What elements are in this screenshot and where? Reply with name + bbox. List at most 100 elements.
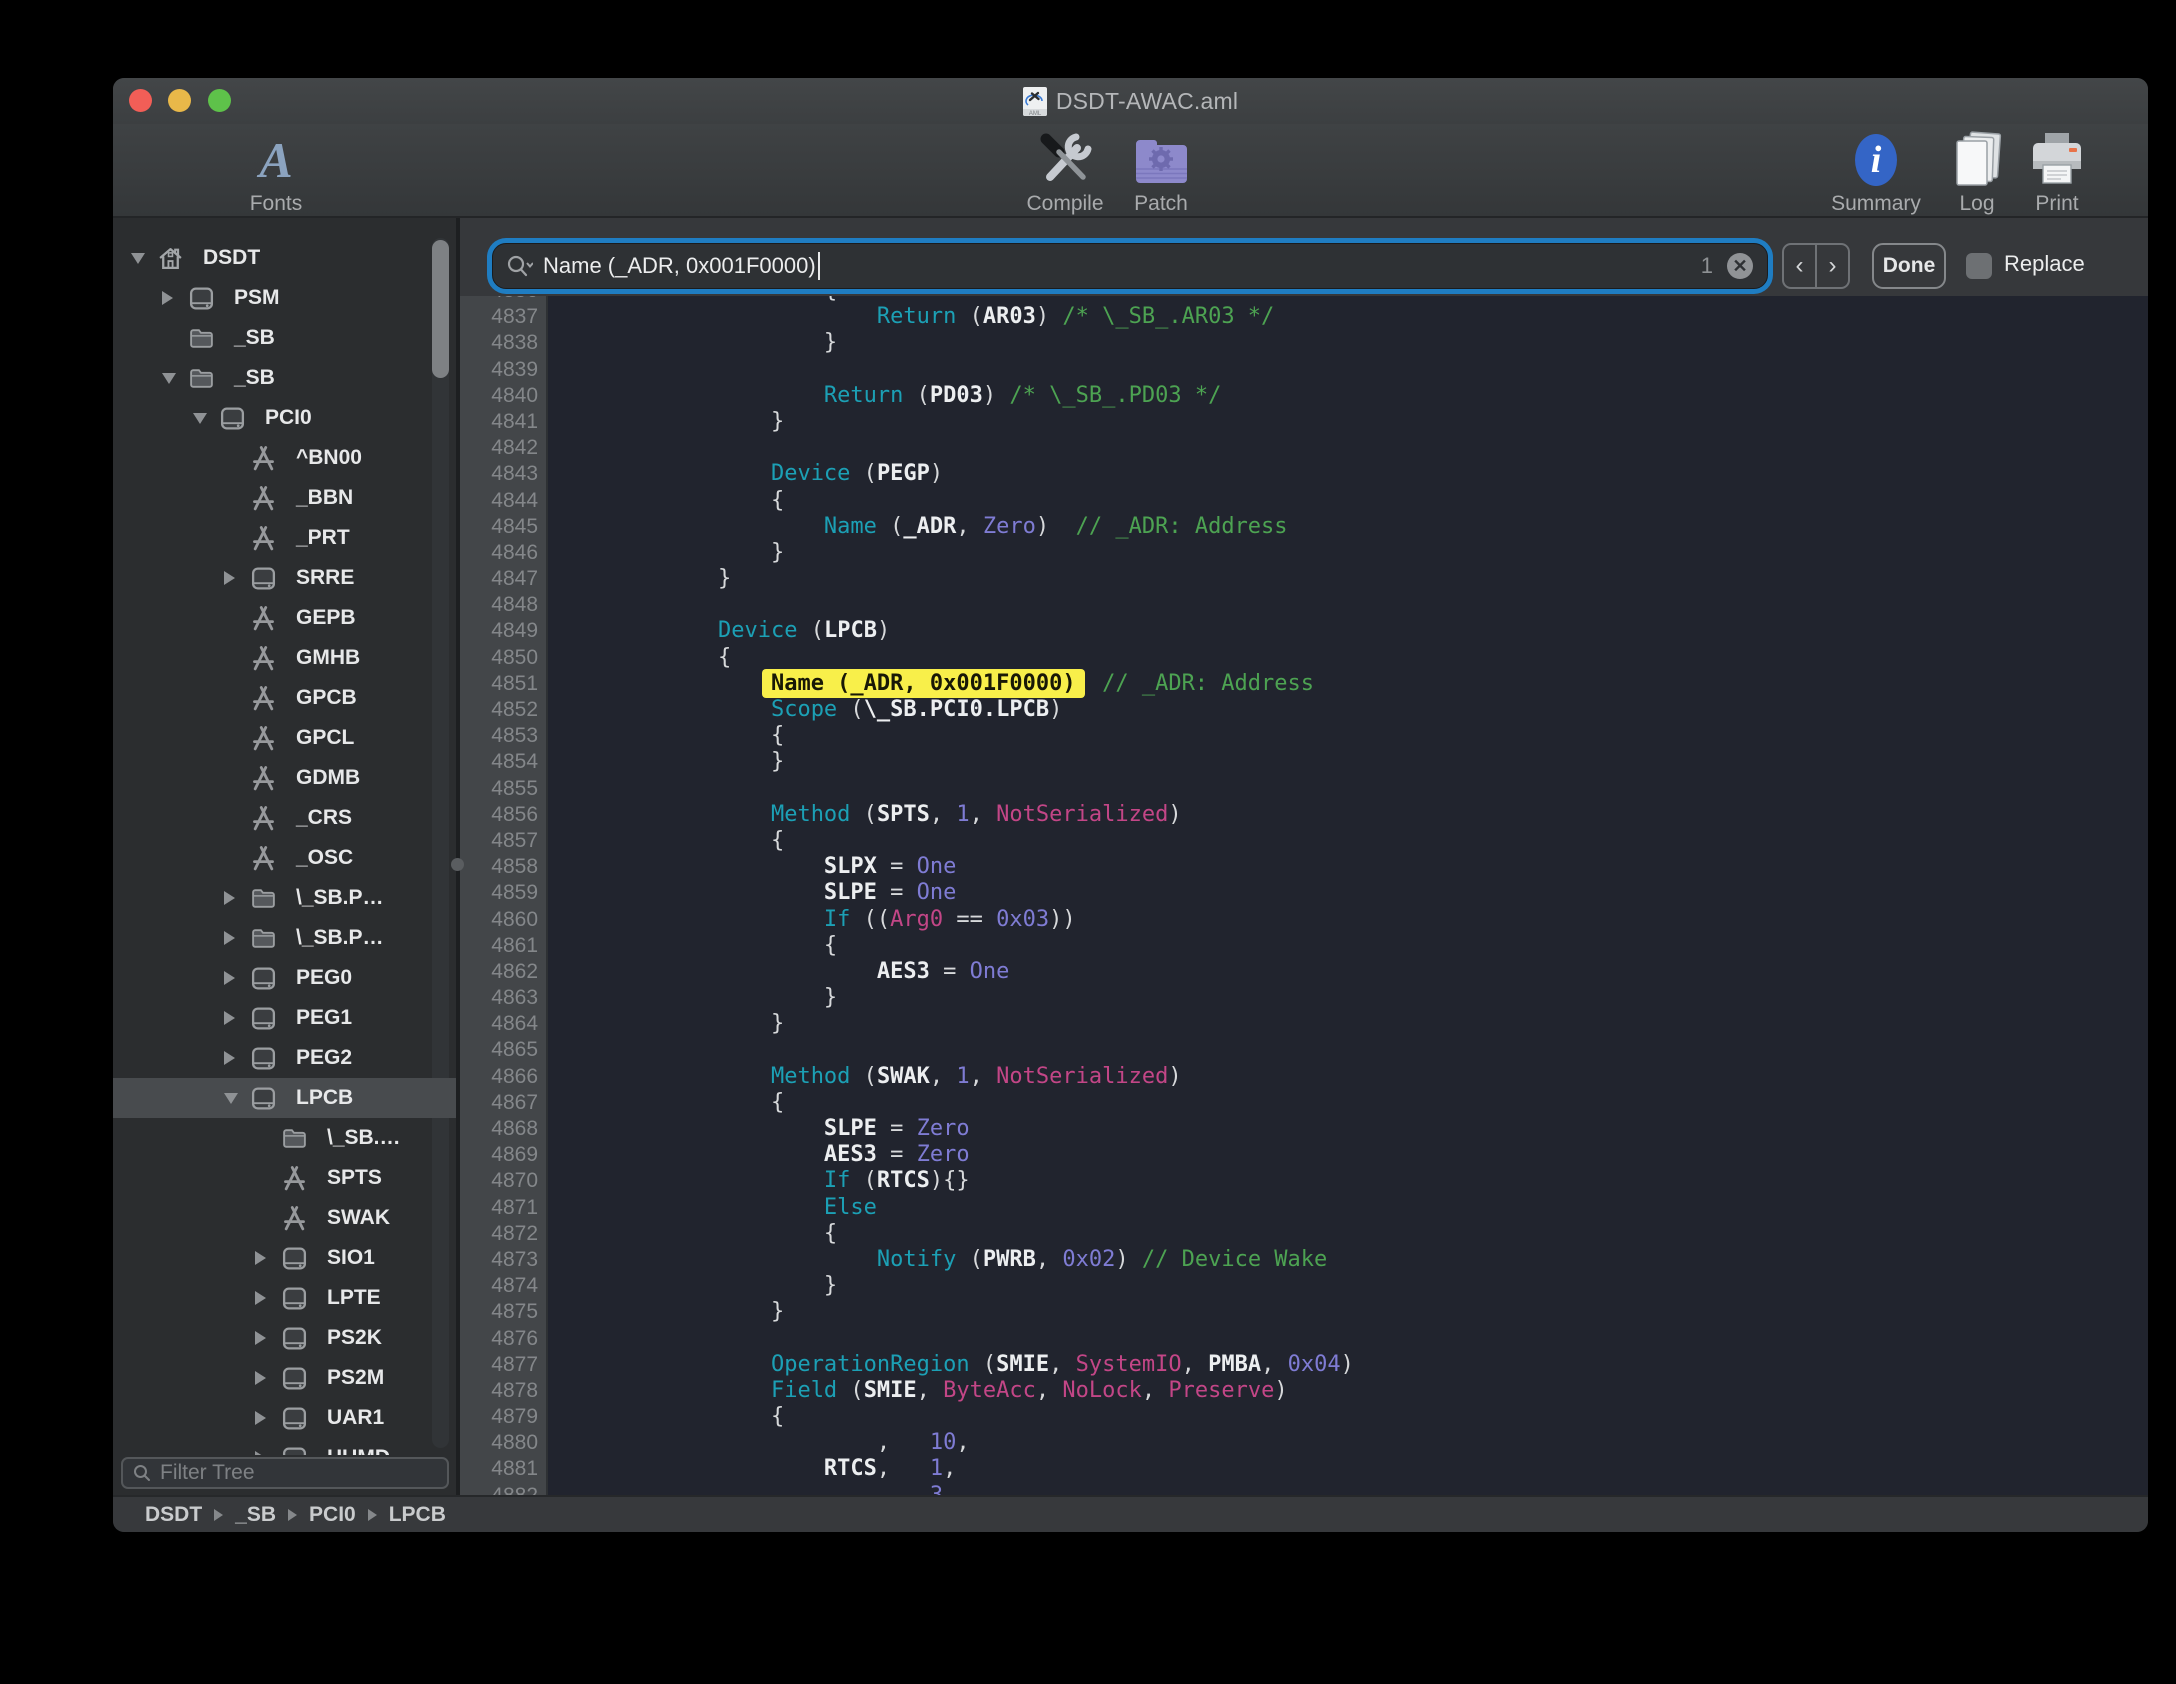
tree-item-sb[interactable]: \_SB.…: [113, 1118, 456, 1158]
tree-item-osc[interactable]: _OSC: [113, 838, 456, 878]
tree-item-peg2[interactable]: PEG2: [113, 1038, 456, 1078]
chevron-right-icon[interactable]: [255, 1371, 266, 1385]
tree-item-ps2m[interactable]: PS2M: [113, 1358, 456, 1398]
chevron-down-icon[interactable]: [224, 1093, 238, 1104]
tree-item-lpcb[interactable]: LPCB: [113, 1078, 456, 1118]
code-line[interactable]: 4853 {: [460, 723, 2148, 749]
code-line[interactable]: 4874 }: [460, 1273, 2148, 1299]
code-line[interactable]: 4845 Name (_ADR, Zero) // _ADR: Address: [460, 514, 2148, 540]
code-line[interactable]: 4844 {: [460, 488, 2148, 514]
chevron-right-icon[interactable]: [162, 291, 173, 305]
chevron-down-icon[interactable]: [162, 373, 176, 384]
chevron-right-icon[interactable]: [224, 971, 235, 985]
tree-item-ps2k[interactable]: PS2K: [113, 1318, 456, 1358]
code-line[interactable]: 4880 , 10,: [460, 1430, 2148, 1456]
breadcrumb-item-pci0[interactable]: PCI0: [309, 1503, 356, 1527]
find-input[interactable]: Name (_ADR, 0x001F0000) 1 ✕: [492, 243, 1768, 289]
code-line[interactable]: 4862 AES3 = One: [460, 959, 2148, 985]
tree-item-sb[interactable]: _SB: [113, 318, 456, 358]
code-line[interactable]: 4846 }: [460, 540, 2148, 566]
code-line[interactable]: 4841 }: [460, 409, 2148, 435]
tree-item-peg0[interactable]: PEG0: [113, 958, 456, 998]
chevron-right-icon[interactable]: [224, 931, 235, 945]
code-line[interactable]: 4866 Method (SWAK, 1, NotSerialized): [460, 1064, 2148, 1090]
code-line[interactable]: 4847 }: [460, 566, 2148, 592]
tree-item-swak[interactable]: SWAK: [113, 1198, 456, 1238]
code-line[interactable]: 4839: [460, 357, 2148, 383]
sidebar-scrollbar-thumb[interactable]: [432, 240, 449, 378]
patch-button[interactable]: Patch: [1101, 130, 1221, 216]
code-line[interactable]: 4878 Field (SMIE, ByteAcc, NoLock, Prese…: [460, 1378, 2148, 1404]
chevron-right-icon[interactable]: [255, 1411, 266, 1425]
tree-item-bbn[interactable]: _BBN: [113, 478, 456, 518]
code-line[interactable]: 4879 {: [460, 1404, 2148, 1430]
minimize-window-button[interactable]: [168, 89, 191, 112]
tree-item-peg1[interactable]: PEG1: [113, 998, 456, 1038]
code-line[interactable]: 4836 {: [460, 296, 2148, 304]
fonts-button[interactable]: A Fonts: [216, 130, 336, 216]
code-line[interactable]: 4860 If ((Arg0 == 0x03)): [460, 907, 2148, 933]
code-line[interactable]: 4857 {: [460, 828, 2148, 854]
tree-item-prt[interactable]: _PRT: [113, 518, 456, 558]
breadcrumb-item-sb[interactable]: _SB: [235, 1503, 276, 1527]
code-line[interactable]: 4882 , 3,: [460, 1483, 2148, 1495]
code-line[interactable]: 4864 }: [460, 1011, 2148, 1037]
tree-item-psm[interactable]: PSM: [113, 278, 456, 318]
code-line[interactable]: 4861 {: [460, 933, 2148, 959]
tree-item-sbp[interactable]: \_SB.P…: [113, 878, 456, 918]
code-line[interactable]: 4871 Else: [460, 1195, 2148, 1221]
code-line[interactable]: 4863 }: [460, 985, 2148, 1011]
code-line[interactable]: 4843 Device (PEGP): [460, 461, 2148, 487]
tree-item-sb[interactable]: _SB: [113, 358, 456, 398]
code-line[interactable]: 4875 }: [460, 1299, 2148, 1325]
chevron-right-icon[interactable]: [224, 891, 235, 905]
tree-item-crs[interactable]: _CRS: [113, 798, 456, 838]
tree-item-sio1[interactable]: SIO1: [113, 1238, 456, 1278]
code-line[interactable]: 4873 Notify (PWRB, 0x02) // Device Wake: [460, 1247, 2148, 1273]
code-line[interactable]: 4849 Device (LPCB): [460, 618, 2148, 644]
breadcrumb-item-dsdt[interactable]: DSDT: [145, 1503, 202, 1527]
code-line[interactable]: 4851 Name (_ADR, 0x001F0000) // _ADR: Ad…: [460, 671, 2148, 697]
code-line[interactable]: 4855: [460, 776, 2148, 802]
zoom-window-button[interactable]: [208, 89, 231, 112]
code-line[interactable]: 4870 If (RTCS){}: [460, 1168, 2148, 1194]
tree-item-spts[interactable]: SPTS: [113, 1158, 456, 1198]
tree-item-gpcb[interactable]: GPCB: [113, 678, 456, 718]
tree-item-dsdt[interactable]: DSDT: [113, 238, 456, 278]
code-line[interactable]: 4840 Return (PD03) /* \_SB_.PD03 */: [460, 383, 2148, 409]
code-line[interactable]: 4850 {: [460, 645, 2148, 671]
code-line[interactable]: 4868 SLPE = Zero: [460, 1116, 2148, 1142]
breadcrumb-item-lpcb[interactable]: LPCB: [389, 1503, 446, 1527]
code-line[interactable]: 4881 RTCS, 1,: [460, 1456, 2148, 1482]
tree-item-gdmb[interactable]: GDMB: [113, 758, 456, 798]
code-line[interactable]: 4867 {: [460, 1090, 2148, 1116]
chevron-down-icon[interactable]: [131, 253, 145, 264]
chevron-right-icon[interactable]: [224, 1011, 235, 1025]
code-editor[interactable]: 4836 {4837 Return (AR03) /* \_SB_.AR03 *…: [460, 296, 2148, 1495]
print-button[interactable]: Print: [1997, 130, 2117, 216]
chevron-right-icon[interactable]: [224, 1051, 235, 1065]
chevron-down-icon[interactable]: [193, 413, 207, 424]
splitter-handle[interactable]: [451, 858, 464, 871]
code-line[interactable]: 4869 AES3 = Zero: [460, 1142, 2148, 1168]
code-line[interactable]: 4872 {: [460, 1221, 2148, 1247]
tree-item-humd[interactable]: HUMD: [113, 1438, 456, 1455]
tree-item-lpte[interactable]: LPTE: [113, 1278, 456, 1318]
find-previous-button[interactable]: ‹: [1782, 243, 1816, 289]
code-line[interactable]: 4854 }: [460, 749, 2148, 775]
tree-item-gepb[interactable]: GEPB: [113, 598, 456, 638]
tree-item-pci0[interactable]: PCI0: [113, 398, 456, 438]
find-next-button[interactable]: ›: [1816, 243, 1850, 289]
tree-item-srre[interactable]: SRRE: [113, 558, 456, 598]
code-line[interactable]: 4865: [460, 1037, 2148, 1063]
chevron-right-icon[interactable]: [255, 1331, 266, 1345]
tree-item-gmhb[interactable]: GMHB: [113, 638, 456, 678]
tree-item-gpcl[interactable]: GPCL: [113, 718, 456, 758]
clear-search-icon[interactable]: ✕: [1727, 253, 1753, 279]
code-line[interactable]: 4858 SLPX = One: [460, 854, 2148, 880]
replace-checkbox[interactable]: [1966, 253, 1992, 279]
close-window-button[interactable]: [129, 89, 152, 112]
code-line[interactable]: 4859 SLPE = One: [460, 880, 2148, 906]
chevron-right-icon[interactable]: [255, 1451, 266, 1455]
code-line[interactable]: 4852 Scope (\_SB.PCI0.LPCB): [460, 697, 2148, 723]
